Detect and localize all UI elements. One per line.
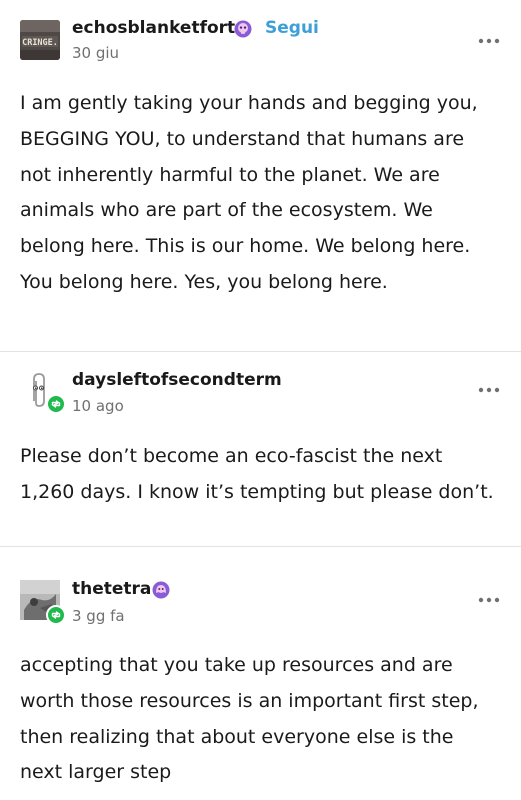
username[interactable]: thetetra [72,579,151,599]
avatar-text: CRINGE. [22,38,58,48]
post-daysleftofsecondterm: daysleftofsecondterm 10 ago Please don’t… [0,352,521,544]
more-options-icon[interactable] [476,383,502,397]
timestamp[interactable]: 3 gg fa [72,607,125,625]
reblog-icon [46,394,66,414]
more-options-icon[interactable] [476,34,502,48]
post-echosblanketfort: CRINGE. echosblanketfort Segui 30 giu I … [0,0,521,345]
blob-badge-icon [152,581,170,599]
post-body: I am gently taking your hands and beggin… [20,92,478,293]
avatar[interactable]: CRINGE. [20,20,60,60]
post-body: accepting that you take up resources and… [20,654,479,784]
follow-button[interactable]: Segui [265,18,319,38]
post-thetetra: thetetra 3 gg fa accepting that you take… [0,547,521,800]
post-body: Please don’t become an eco-fascist the n… [20,445,494,503]
reblog-icon [46,605,66,625]
avatar-image: CRINGE. [20,20,60,60]
timestamp[interactable]: 10 ago [72,397,124,415]
more-options-icon[interactable] [476,593,502,607]
skull-badge-icon [234,20,252,38]
timestamp[interactable]: 30 giu [72,44,119,62]
username[interactable]: daysleftofsecondterm [72,370,282,390]
username[interactable]: echosblanketfort [72,18,235,38]
